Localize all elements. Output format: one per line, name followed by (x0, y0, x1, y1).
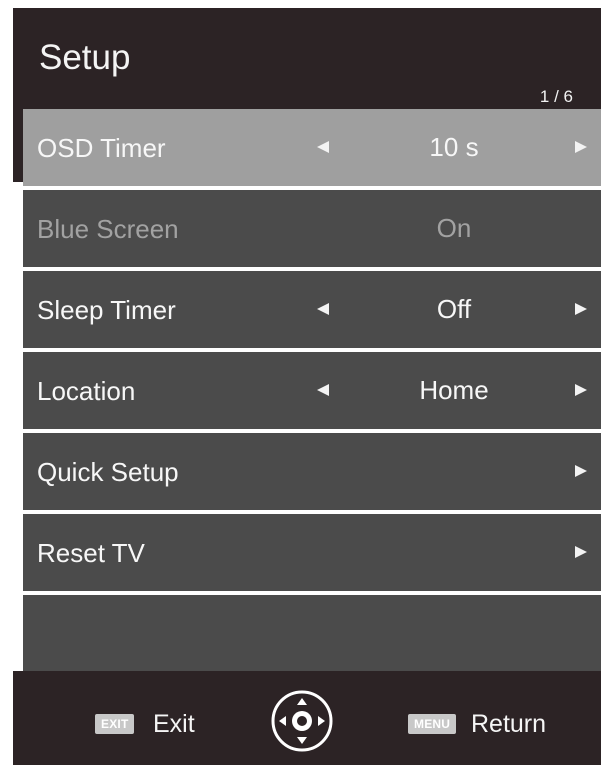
row-label: Sleep Timer (37, 295, 176, 325)
row-label: Quick Setup (37, 457, 179, 487)
menu-row-quick-setup[interactable]: Quick Setup (23, 433, 601, 510)
right-arrow-icon[interactable] (575, 465, 587, 477)
row-label: Reset TV (37, 538, 145, 568)
left-arrow-icon[interactable] (317, 303, 329, 315)
page-indicator: 1 / 6 (539, 87, 573, 106)
menu-list: OSD Timer 10 s Blue Screen On Sleep Time… (23, 109, 601, 671)
row-value: Off (436, 294, 472, 324)
directional-pad-icon (270, 689, 334, 753)
right-arrow-icon[interactable] (575, 141, 587, 153)
menu-footer: EXIT Exit MENU Return (13, 671, 601, 765)
row-value: On (436, 213, 472, 243)
left-arrow-icon[interactable] (317, 384, 329, 396)
right-arrow-icon[interactable] (575, 384, 587, 396)
exit-label: Exit (153, 710, 195, 738)
row-label: OSD Timer (37, 133, 166, 163)
menu-row-osd-timer[interactable]: OSD Timer 10 s (23, 109, 601, 186)
menu-row-location[interactable]: Location Home (23, 352, 601, 429)
row-label: Location (37, 376, 136, 406)
tv-setup-menu: Setup 1 / 6 OSD Timer 10 s Blue Screen O… (13, 8, 601, 765)
row-value: Home (419, 375, 489, 405)
return-label: Return (471, 710, 547, 738)
menu-row-reset-tv[interactable]: Reset TV (23, 514, 601, 591)
right-arrow-icon[interactable] (575, 303, 587, 315)
row-label: Blue Screen (37, 214, 179, 244)
empty-menu-row (23, 595, 601, 671)
right-arrow-icon[interactable] (575, 546, 587, 558)
menu-key-badge: MENU (408, 714, 457, 734)
page-title: Setup (39, 38, 131, 77)
exit-key-badge: EXIT (95, 714, 135, 734)
menu-row-sleep-timer[interactable]: Sleep Timer Off (23, 271, 601, 348)
left-arrow-icon[interactable] (317, 141, 329, 153)
row-value: 10 s (429, 132, 479, 162)
menu-row-blue-screen: Blue Screen On (23, 190, 601, 267)
